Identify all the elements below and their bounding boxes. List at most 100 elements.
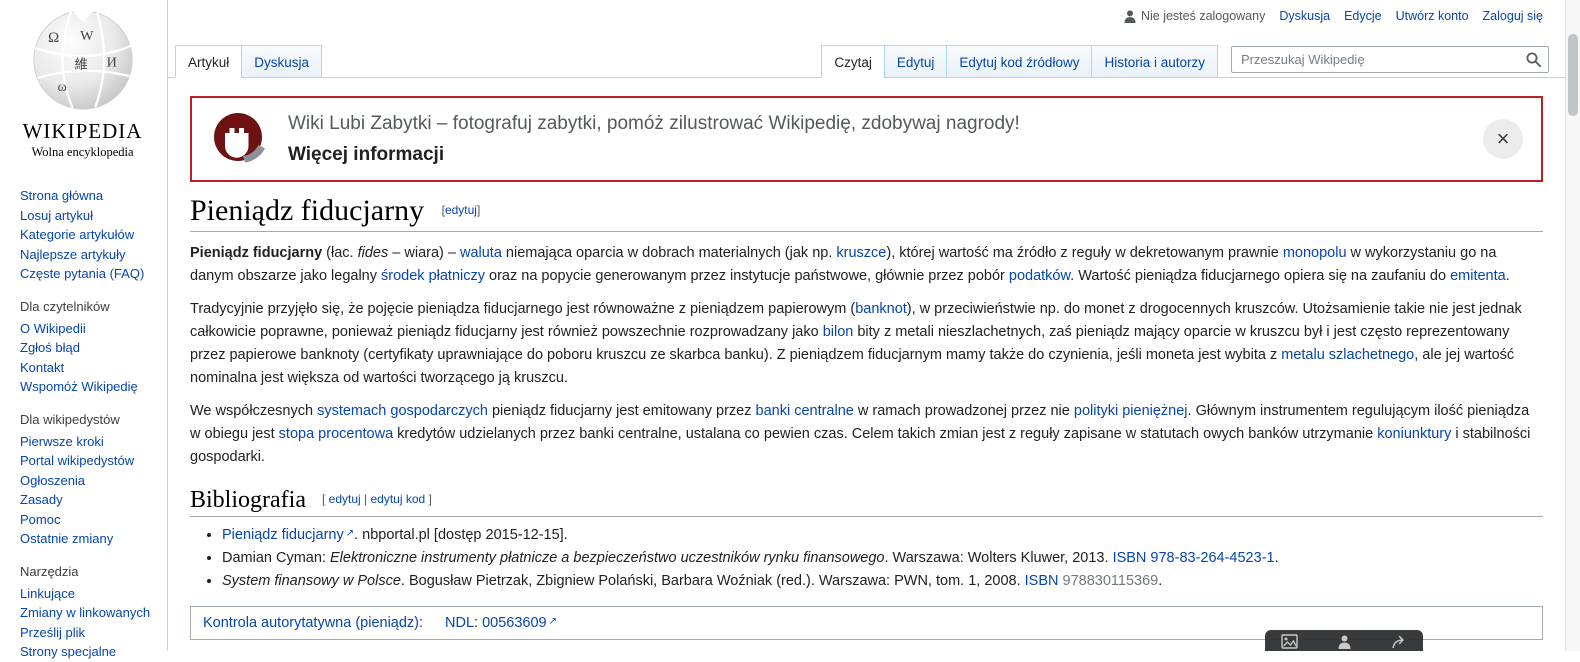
login-status: Nie jesteś zalogowany [1124,9,1265,23]
tab-historia-i-autorzy[interactable]: Historia i autorzy [1091,45,1218,78]
image-icon[interactable] [1281,634,1298,649]
svg-text:W: W [80,28,94,44]
wikipedia-wordmark: WIKIPEDIA [22,119,143,143]
user-icon [1124,9,1136,23]
article-paragraph: Tradycyjnie przyjęło się, że pojęcie pie… [190,301,1522,386]
text-link[interactable]: kruszce [836,245,886,261]
banner-close-button[interactable]: × [1483,119,1523,159]
text-link[interactable]: bilon [823,324,854,340]
bibliography-item: Damian Cyman: Elektroniczne instrumenty … [222,548,1543,568]
sidebar-item-przeslij-plik[interactable]: Prześlij plik [20,625,85,640]
personal-link-dyskusja[interactable]: Dyskusja [1279,9,1330,23]
sidebar-item-ostatnie-zmiany[interactable]: Ostatnie zmiany [20,531,113,546]
text-link[interactable]: stopa procentowa [279,426,393,442]
title-edit-link[interactable]: [edytuj] [442,203,481,217]
overlay-toolbar[interactable] [1265,630,1423,651]
page-header: Nie jesteś zalogowany Dyskusja Edycje Ut… [168,0,1565,78]
text-link[interactable]: środek płatniczy [381,268,485,284]
authority-control-value: NDL: 00563609 [445,615,557,631]
text-link[interactable]: edytuj kod [370,492,425,506]
search-input[interactable] [1231,46,1549,73]
text-link[interactable]: podatków [1009,268,1070,284]
text-link[interactable]: polityki pieniężnej [1074,403,1188,419]
text-link[interactable]: Pieniądz fiducjarny [222,527,354,543]
text-link[interactable]: banknot [855,301,907,317]
svg-text:維: 維 [74,57,87,73]
search-box [1231,46,1549,73]
svg-text:ω: ω [57,79,66,95]
sidebar-wikipedians-list: Pierwsze kroki Portal wikipedystów Ogłos… [20,432,161,549]
text-link[interactable]: banki centralne [756,403,854,419]
vertical-scrollbar[interactable] [1565,0,1580,651]
text-link[interactable]: monopolu [1283,245,1347,261]
tab-dyskusja[interactable]: Dyskusja [241,45,323,78]
sidebar-item-o-wikipedii[interactable]: O Wikipedii [20,321,86,336]
sidebar: Ω W И 維 ω WIKIPEDIA Wolna encyklopedia S… [0,0,167,659]
sidebar-nav: Strona główna Losuj artykuł Kategorie ar… [0,160,167,662]
tab-edytuj-kod-zrodlowy[interactable]: Edytuj kod źródłowy [946,45,1093,78]
tab-czytaj[interactable]: Czytaj [821,45,885,78]
text-link[interactable]: ISBN 978-83-264-4523-1 [1113,550,1275,566]
sidebar-item-kategorie-artykulow[interactable]: Kategorie artykułów [20,227,134,242]
text-link[interactable]: emitenta [1450,268,1506,284]
sidebar-item-kontakt[interactable]: Kontakt [20,360,64,375]
bibliography-item: Pieniądz fiducjarny. nbportal.pl [dostęp… [222,524,1543,545]
person-icon[interactable] [1337,634,1352,649]
sidebar-main-list: Strona główna Losuj artykuł Kategorie ar… [20,186,161,284]
tab-edytuj[interactable]: Edytuj [883,45,948,78]
sidebar-item-czeste-pytania[interactable]: Częste pytania (FAQ) [20,266,144,281]
tab-strip: Artykuł Dyskusja Czytaj Edytuj Edytuj ko… [168,45,1565,78]
text-link[interactable]: NDL [445,615,474,631]
sidebar-tools-list: Linkujące Zmiany w linkowanych Prześlij … [20,584,161,662]
text-link[interactable]: edytuj [329,492,361,506]
article-paragraph: We współczesnych systemach gospodarczych… [190,403,1531,465]
section-edit-links[interactable]: [ edytuj | edytuj kod ] [322,492,432,506]
sidebar-item-portal-wikipedystow[interactable]: Portal wikipedystów [20,453,134,468]
article: Pieniądz fiducjarny [edytuj] Pieniądz fi… [168,194,1565,651]
text-link[interactable]: edytuj [445,203,477,217]
text-link[interactable]: koniunktury [1377,426,1451,442]
banner-message: Wiki Lubi Zabytki – fotografuj zabytki, … [288,113,1020,134]
text-link[interactable]: ISBN [1025,573,1059,589]
text-link[interactable]: metalu szlachetnego [1281,347,1414,363]
sidebar-item-pierwsze-kroki[interactable]: Pierwsze kroki [20,434,104,449]
scrollbar-thumb[interactable] [1568,34,1578,116]
site-notice-banner: Wiki Lubi Zabytki – fotografuj zabytki, … [190,96,1543,182]
sidebar-item-zmiany-w-linkowanych[interactable]: Zmiany w linkowanych [20,605,150,620]
authority-control-link[interactable]: Kontrola autorytatywna (pieniądz): [203,615,431,631]
wikipedia-logo[interactable]: Ω W И 維 ω WIKIPEDIA Wolna encyklopedia [0,0,165,160]
personal-link-edycje[interactable]: Edycje [1344,9,1382,23]
personal-link-zaloguj-sie[interactable]: Zaloguj się [1483,9,1543,23]
search-icon[interactable] [1525,51,1542,71]
sidebar-item-zglos-blad[interactable]: Zgłoś błąd [20,340,80,355]
personal-link-utworz-konto[interactable]: Utwórz konto [1396,9,1469,23]
tab-artykul[interactable]: Artykuł [175,45,243,78]
sidebar-section-title: Dla czytelników [20,298,110,314]
namespace-tabs: Artykuł Dyskusja [175,45,323,78]
content-area: Nie jesteś zalogowany Dyskusja Edycje Ut… [167,0,1565,651]
svg-text:И: И [106,55,116,71]
sidebar-item-najlepsze-artykuly[interactable]: Najlepsze artykuły [20,247,126,262]
wikipedia-tagline: Wolna encyklopedia [31,145,134,159]
sidebar-item-strony-specjalne[interactable]: Strony specjalne [20,644,116,659]
share-icon[interactable] [1391,634,1407,649]
sidebar-item-linkujace[interactable]: Linkujące [20,586,75,601]
text-link[interactable]: systemach gospodarczych [317,403,488,419]
wiki-lubi-zabytki-logo [214,113,265,163]
text-link[interactable]: waluta [460,245,502,261]
sidebar-item-pomoc[interactable]: Pomoc [20,512,60,527]
sidebar-readers-list: O Wikipedii Zgłoś błąd Kontakt Wspomóż W… [20,319,161,397]
sidebar-item-zasady[interactable]: Zasady [20,492,63,507]
sidebar-item-strona-glowna[interactable]: Strona główna [20,188,103,203]
article-paragraph: Pieniądz fiducjarny (łac. fides – wiara)… [190,245,1510,284]
banner-more-info-link[interactable]: Więcej informacji [288,142,444,167]
sidebar-item-wspomoz-wikipedie[interactable]: Wspomóż Wikipedię [20,379,138,394]
page-title: Pieniądz fiducjarny [edytuj] [190,194,1543,232]
sidebar-item-ogloszenia[interactable]: Ogłoszenia [20,473,85,488]
bibliography-list: Pieniądz fiducjarny. nbportal.pl [dostęp… [190,524,1543,591]
sidebar-item-losuj-artykul[interactable]: Losuj artykuł [20,208,93,223]
sidebar-section-title: Narzędzia [20,563,79,579]
text-link[interactable]: 00563609 [482,615,557,631]
bibliography-item: System finansowy w Polsce. Bogusław Piet… [222,571,1543,591]
sidebar-section-title: Dla wikipedystów [20,411,120,427]
